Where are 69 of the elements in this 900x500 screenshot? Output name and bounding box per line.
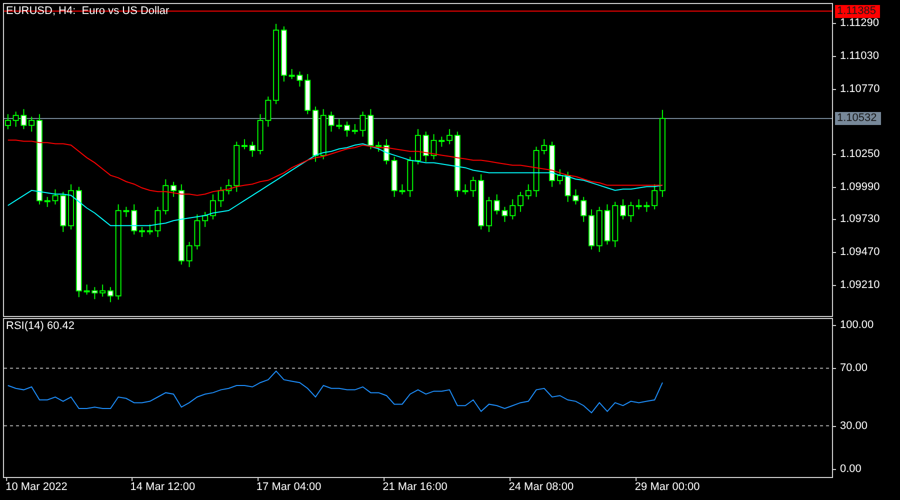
candlestick — [368, 108, 374, 150]
candlestick — [234, 141, 240, 192]
candlestick — [44, 196, 50, 208]
time-axis-label: 21 Mar 16:00 — [382, 481, 448, 493]
time-axis-label: 17 Mar 04:00 — [256, 481, 322, 493]
candlestick — [146, 224, 153, 235]
candlestick — [226, 178, 232, 195]
candlestick — [407, 156, 414, 198]
candlestick — [265, 96, 272, 128]
price-tag: 1.10532 — [835, 112, 881, 126]
price-axis-label: 1.11290 — [839, 17, 879, 30]
candlestick — [470, 176, 476, 198]
price-axis-label: 1.10250 — [839, 148, 880, 160]
candlestick — [162, 178, 169, 215]
candlestick — [296, 71, 303, 88]
candlestick — [541, 138, 548, 155]
candlestick — [52, 188, 58, 205]
candlestick — [533, 146, 540, 198]
candlestick — [154, 206, 161, 238]
candlestick — [123, 206, 130, 218]
candlestick — [422, 131, 429, 162]
price-axis-label: 1.09470 — [839, 246, 880, 258]
candlestick — [257, 114, 264, 155]
candlestick — [604, 204, 610, 246]
candlestick — [60, 191, 66, 232]
candlestick — [336, 118, 342, 130]
candlestick — [494, 194, 500, 215]
price-axis-label: 1.11030 — [839, 50, 879, 62]
candlestick — [194, 214, 200, 250]
price-tag: 1.11385 — [835, 5, 880, 18]
candlestick — [438, 136, 445, 148]
time-axis-label: 29 Mar 00:00 — [634, 481, 700, 493]
time-axis-label: 24 Mar 08:00 — [508, 481, 574, 493]
candlestick — [636, 198, 642, 210]
rsi-axis-label: 70.00 — [839, 362, 868, 374]
rsi-axis-label: 0.00 — [839, 462, 862, 475]
candlestick — [510, 198, 516, 220]
candlestick — [218, 186, 224, 208]
candlestick — [320, 108, 326, 160]
rsi-axis-label: 30.00 — [839, 420, 868, 432]
candlestick — [84, 284, 90, 296]
candlestick — [360, 111, 366, 138]
candlestick — [288, 68, 295, 80]
candlestick — [462, 184, 468, 195]
time-axis-label: 14 Mar 12:00 — [130, 481, 196, 493]
candlestick — [328, 111, 334, 132]
candlestick — [20, 108, 27, 130]
price-axis-label: 1.09730 — [839, 213, 880, 226]
chart-title: RSI(14) 60.42 — [6, 319, 74, 333]
candlestick — [186, 241, 192, 268]
candlestick — [572, 188, 579, 205]
price-axis-label: 1.09210 — [839, 278, 880, 291]
rsi-axis-label: 100.00 — [839, 319, 874, 332]
candlestick — [131, 204, 138, 235]
candlestick — [502, 206, 508, 222]
price-axis-label: 1.09990 — [839, 180, 880, 193]
candlestick — [399, 184, 406, 195]
candlestick — [596, 206, 602, 252]
candlestick — [391, 156, 398, 198]
candlestick — [612, 201, 618, 248]
candlestick — [564, 171, 571, 202]
price-axis-label: 1.10770 — [839, 82, 880, 94]
candlestick — [139, 226, 145, 238]
candlestick — [92, 286, 98, 300]
candlestick — [12, 111, 19, 128]
time-axis-label: 10 Mar 2022 — [6, 481, 68, 493]
candlestick — [430, 134, 437, 160]
candlestick — [644, 201, 650, 212]
candlestick — [415, 128, 421, 165]
